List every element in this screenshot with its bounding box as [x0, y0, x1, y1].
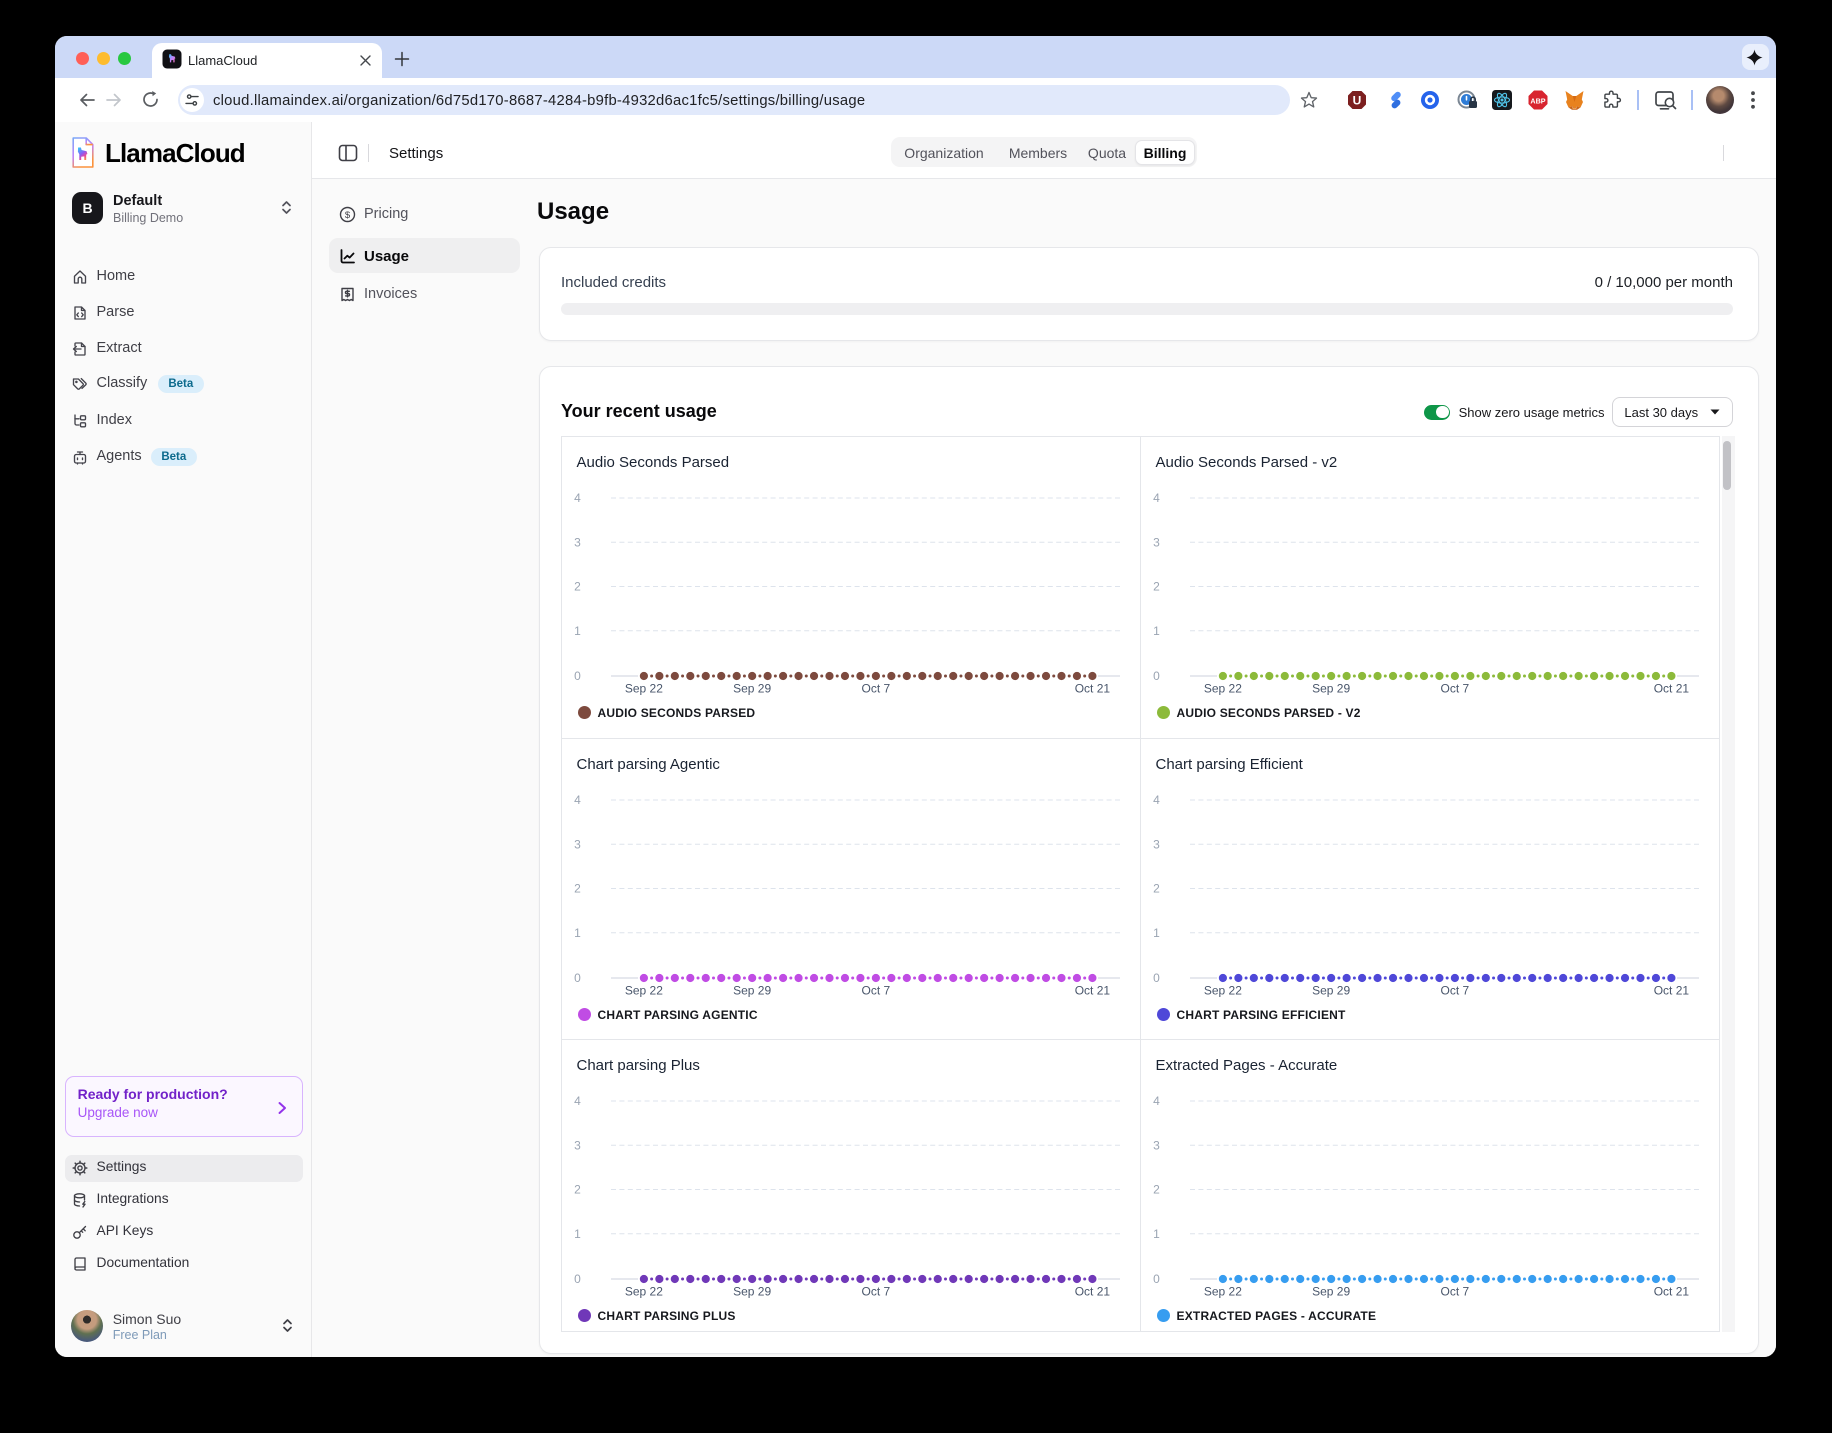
- svg-text:Sep 22: Sep 22: [625, 682, 663, 696]
- svg-text:EXTRACTED PAGES - ACCURATE: EXTRACTED PAGES - ACCURATE: [1177, 1309, 1377, 1323]
- svg-text:Oct 21: Oct 21: [1075, 984, 1111, 998]
- svg-text:Extracted Pages - Accurate: Extracted Pages - Accurate: [1156, 1057, 1338, 1074]
- svg-text:4: 4: [574, 491, 581, 505]
- svg-text:Sep 29: Sep 29: [733, 1285, 771, 1299]
- svg-text:Sep 22: Sep 22: [1204, 1285, 1242, 1299]
- svg-text:Sep 29: Sep 29: [1312, 984, 1350, 998]
- svg-text:1: 1: [1153, 1227, 1160, 1241]
- svg-text:2: 2: [574, 580, 581, 594]
- svg-text:4: 4: [1153, 1094, 1160, 1108]
- svg-text:3: 3: [574, 535, 581, 549]
- svg-text:4: 4: [1153, 793, 1160, 807]
- svg-text:2: 2: [574, 1183, 581, 1197]
- svg-text:Oct 7: Oct 7: [862, 682, 891, 696]
- svg-text:Audio Seconds Parsed: Audio Seconds Parsed: [577, 454, 730, 471]
- svg-text:3: 3: [574, 1138, 581, 1152]
- svg-text:AUDIO SECONDS PARSED: AUDIO SECONDS PARSED: [598, 706, 756, 720]
- svg-text:Sep 29: Sep 29: [733, 682, 771, 696]
- svg-text:1: 1: [574, 624, 581, 638]
- svg-text:0: 0: [574, 669, 581, 683]
- svg-text:3: 3: [1153, 1138, 1160, 1152]
- svg-text:Sep 22: Sep 22: [625, 1285, 663, 1299]
- svg-text:2: 2: [574, 882, 581, 896]
- svg-text:U: U: [1353, 94, 1362, 108]
- svg-text:4: 4: [574, 793, 581, 807]
- svg-text:Sep 29: Sep 29: [733, 984, 771, 998]
- svg-text:Oct 7: Oct 7: [1441, 682, 1470, 696]
- svg-text:0: 0: [1153, 669, 1160, 683]
- svg-text:4: 4: [1153, 491, 1160, 505]
- svg-text:Chart parsing Plus: Chart parsing Plus: [577, 1057, 700, 1074]
- svg-text:1: 1: [1153, 926, 1160, 940]
- svg-text:2: 2: [1153, 1183, 1160, 1197]
- svg-text:Oct 7: Oct 7: [1441, 984, 1470, 998]
- svg-text:Chart parsing Agentic: Chart parsing Agentic: [577, 756, 721, 773]
- svg-text:Oct 7: Oct 7: [1441, 1285, 1470, 1299]
- svg-text:2: 2: [1153, 580, 1160, 594]
- svg-text:2: 2: [1153, 882, 1160, 896]
- svg-text:CHART PARSING PLUS: CHART PARSING PLUS: [598, 1309, 736, 1323]
- svg-text:0: 0: [574, 971, 581, 985]
- svg-text:CHART PARSING AGENTIC: CHART PARSING AGENTIC: [598, 1008, 758, 1022]
- svg-text:1: 1: [574, 1227, 581, 1241]
- svg-text:Oct 7: Oct 7: [862, 1285, 891, 1299]
- svg-text:3: 3: [1153, 535, 1160, 549]
- svg-text:0: 0: [1153, 971, 1160, 985]
- svg-text:Sep 29: Sep 29: [1312, 1285, 1350, 1299]
- svg-text:Oct 21: Oct 21: [1654, 1285, 1690, 1299]
- svg-text:$: $: [345, 210, 351, 221]
- svg-text:Oct 21: Oct 21: [1075, 1285, 1111, 1299]
- svg-text:Sep 22: Sep 22: [1204, 984, 1242, 998]
- svg-text:Sep 22: Sep 22: [625, 984, 663, 998]
- svg-text:Oct 21: Oct 21: [1654, 682, 1690, 696]
- svg-text:CHART PARSING EFFICIENT: CHART PARSING EFFICIENT: [1177, 1008, 1347, 1022]
- svg-text:AUDIO SECONDS PARSED - V2: AUDIO SECONDS PARSED - V2: [1177, 706, 1361, 720]
- svg-text:Sep 29: Sep 29: [1312, 682, 1350, 696]
- svg-text:Oct 21: Oct 21: [1075, 682, 1111, 696]
- svg-text:0: 0: [574, 1272, 581, 1286]
- svg-text:Sep 22: Sep 22: [1204, 682, 1242, 696]
- svg-text:1: 1: [574, 926, 581, 940]
- svg-text:0: 0: [1153, 1272, 1160, 1286]
- svg-text:ABP: ABP: [1530, 97, 1545, 106]
- svg-text:Oct 21: Oct 21: [1654, 984, 1690, 998]
- svg-text:4: 4: [574, 1094, 581, 1108]
- svg-text:Audio Seconds Parsed - v2: Audio Seconds Parsed - v2: [1156, 454, 1338, 471]
- svg-text:Chart parsing Efficient: Chart parsing Efficient: [1156, 756, 1304, 773]
- svg-text:3: 3: [574, 837, 581, 851]
- svg-text:1: 1: [1153, 624, 1160, 638]
- svg-text:3: 3: [1153, 837, 1160, 851]
- svg-text:Oct 7: Oct 7: [862, 984, 891, 998]
